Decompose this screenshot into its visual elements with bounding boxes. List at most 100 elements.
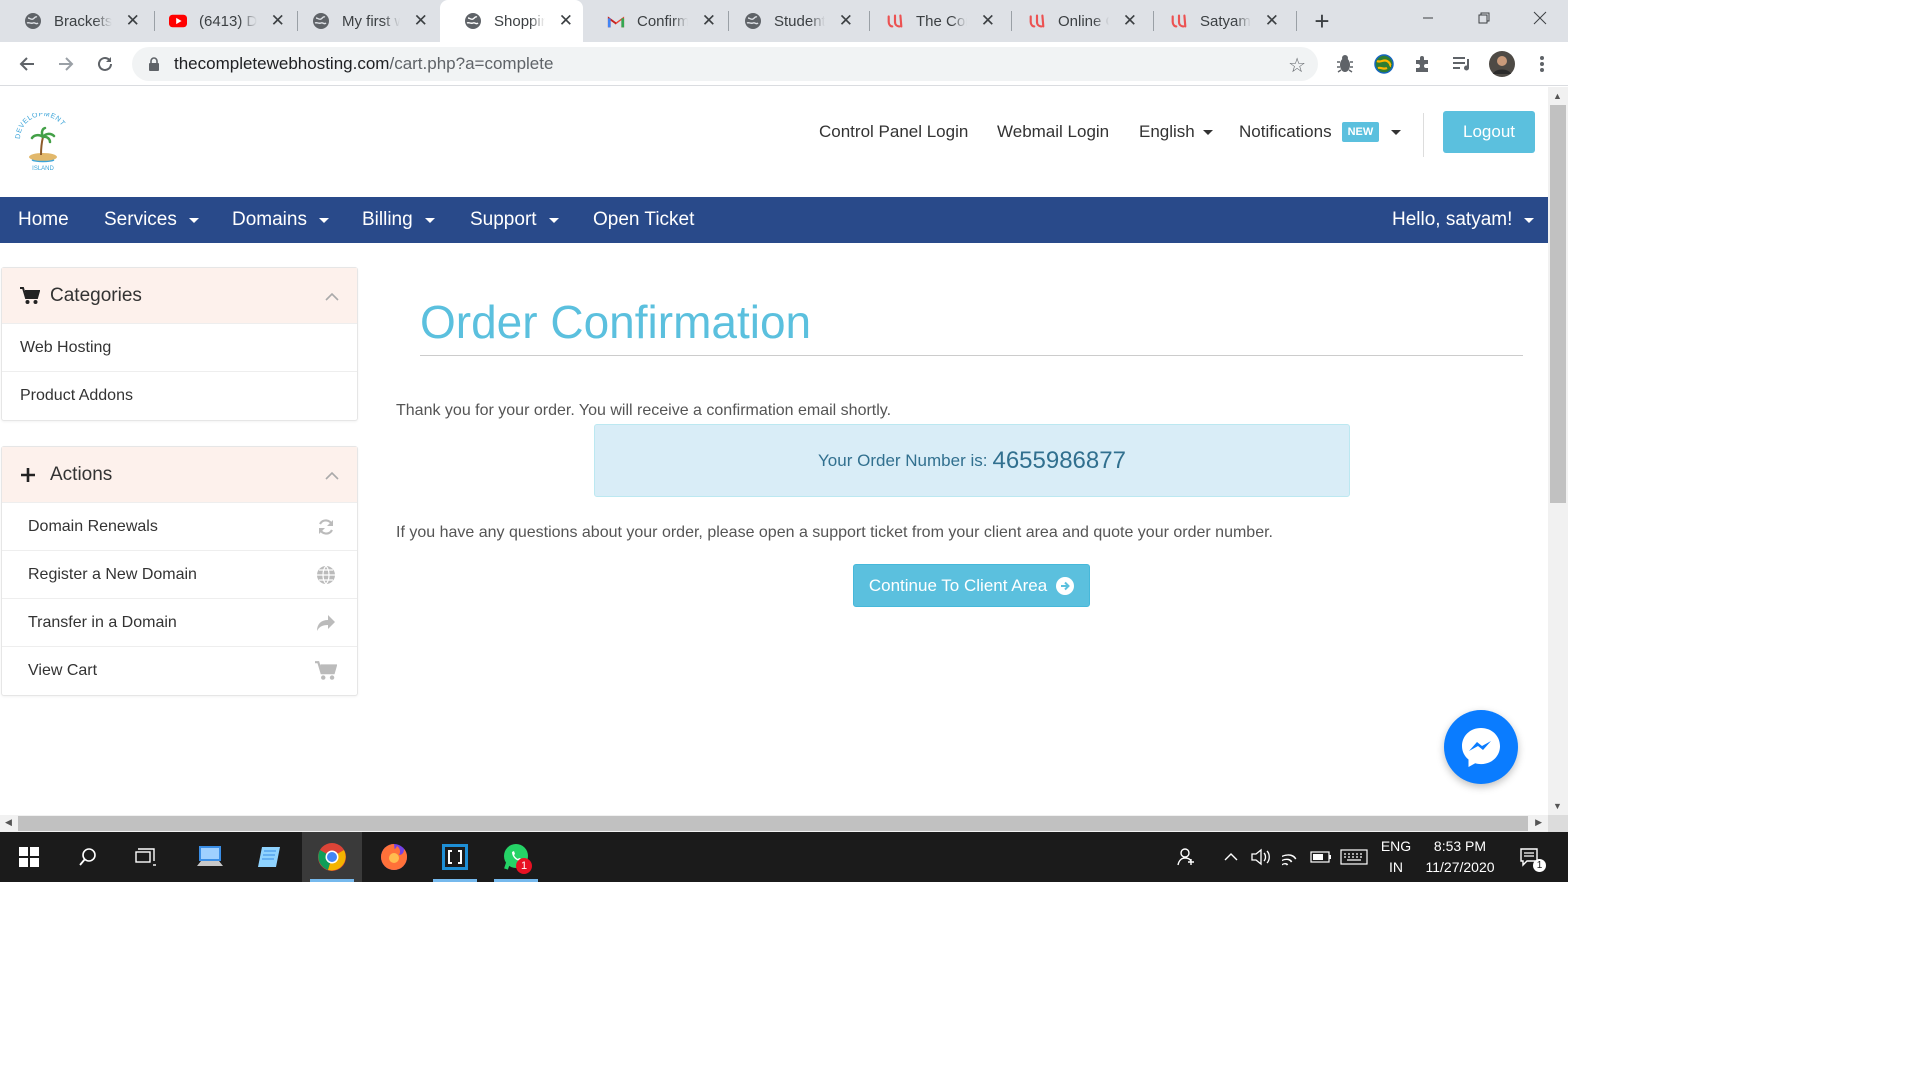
restore-button[interactable] [1456,0,1512,36]
sidebar-item-view-cart[interactable]: View Cart [2,647,357,695]
address-bar[interactable]: thecompletewebhosting.com/cart.php?a=com… [132,47,1318,81]
minimize-button[interactable] [1400,0,1456,36]
vertical-scrollbar[interactable]: ▲ ▼ [1548,87,1568,815]
browser-tab[interactable]: Satyam Tr ✕ [1146,0,1289,42]
this-pc-app[interactable] [180,832,240,882]
browser-tab[interactable]: Student C ✕ [720,0,863,42]
sidebar-item-product-addons[interactable]: Product Addons [2,372,357,420]
sidebar-item-register-domain[interactable]: Register a New Domain [2,551,357,599]
nav-open-ticket[interactable]: Open Ticket [593,197,694,243]
media-queue-icon[interactable] [1450,52,1474,76]
browser-tab[interactable]: The Comp ✕ [862,0,1005,42]
notifications-dropdown[interactable]: Notifications NEW [1239,117,1402,147]
nav-domains[interactable]: Domains [232,197,329,243]
new-tab-button[interactable]: + [1307,6,1337,36]
sidebar-item-domain-renewals[interactable]: Domain Renewals [2,503,357,551]
control-panel-login-link[interactable]: Control Panel Login [819,117,968,147]
nav-billing[interactable]: Billing [362,197,435,243]
tab-title: Satyam Tr [1200,12,1251,30]
continue-to-client-area-button[interactable]: Continue To Client Area [853,564,1090,607]
close-icon[interactable]: ✕ [1123,11,1137,30]
scrollbar-corner [1548,815,1568,832]
categories-panel-header[interactable]: Categories [2,268,357,324]
browser-tab-active[interactable]: Shopping ✕ [440,0,583,42]
bug-extension-icon[interactable] [1333,52,1357,76]
puzzle-extensions-icon[interactable] [1411,52,1435,76]
scroll-right-arrow-icon[interactable]: ▶ [1535,817,1542,828]
whatsapp-app[interactable]: 1 [486,832,546,882]
browser-tab[interactable]: Online Co ✕ [1004,0,1147,42]
chrome-app[interactable] [302,832,362,882]
close-window-button[interactable] [1512,0,1568,36]
close-icon[interactable]: ✕ [414,11,428,30]
caret-down-icon [1202,129,1213,135]
close-icon[interactable]: ✕ [702,11,716,30]
svg-text:ISLAND: ISLAND [32,166,54,172]
logout-button[interactable]: Logout [1443,111,1535,153]
language-dropdown[interactable]: English [1139,117,1213,147]
messenger-chat-button[interactable] [1444,710,1518,784]
reload-button[interactable] [90,49,120,79]
back-button[interactable] [12,49,42,79]
browser-tab[interactable]: (6413) Do ✕ [145,0,295,42]
new-badge: NEW [1341,122,1380,142]
forward-button[interactable] [51,49,81,79]
chevron-up-icon[interactable] [325,467,339,483]
browser-tab[interactable]: Confirm Y ✕ [583,0,726,42]
clock-date: 11/27/2020 [1425,859,1495,875]
user-greeting-dropdown[interactable]: Hello, satyam! [1392,197,1535,243]
close-icon[interactable]: ✕ [839,11,853,30]
scrollbar-thumb[interactable] [18,816,1528,831]
chevron-up-icon[interactable] [1218,832,1244,882]
close-icon[interactable]: ✕ [126,11,140,30]
site-logo[interactable]: DEVELOPMENT ISLAND [14,111,72,173]
scrollbar-thumb[interactable] [1550,105,1566,503]
browser-menu-icon[interactable] [1530,52,1554,76]
profile-avatar[interactable] [1488,50,1516,78]
horizontal-scrollbar[interactable]: ◀ ▶ [0,815,1548,832]
close-icon[interactable]: ✕ [559,11,573,30]
webmail-login-link[interactable]: Webmail Login [997,117,1109,147]
sidebar-item-web-hosting[interactable]: Web Hosting [2,324,357,372]
youtube-icon [169,12,187,30]
nav-services[interactable]: Services [104,197,199,243]
battery-icon[interactable] [1308,832,1334,882]
user-greeting: Hello, satyam! [1392,209,1513,230]
main-navigation: Home Services Domains Billing Support Op… [0,197,1548,243]
notes-app[interactable] [240,832,300,882]
browser-tab[interactable]: Brackets - ✕ [0,0,150,42]
keyboard-icon[interactable] [1338,832,1370,882]
thank-you-message: Thank you for your order. You will recei… [396,402,892,419]
sidebar-item-transfer-domain[interactable]: Transfer in a Domain [2,599,357,647]
search-button[interactable] [58,832,118,882]
extension-globe-icon[interactable] [1372,52,1396,76]
close-icon[interactable]: ✕ [1265,11,1279,30]
people-icon[interactable] [1172,832,1202,882]
clock[interactable]: 8:53 PM 11/27/2020 [1418,838,1502,875]
action-center-button[interactable]: 1 [1512,832,1546,882]
language-indicator[interactable]: ENG IN [1376,838,1416,875]
tab-title: My first w [342,12,400,30]
close-icon[interactable]: ✕ [981,11,995,30]
task-view-button[interactable] [116,832,176,882]
browser-tabstrip: Brackets - ✕ (6413) Do ✕ My first w ✕ Sh… [0,0,1568,42]
tab-title: Confirm Y [637,12,688,30]
firefox-app[interactable] [364,832,424,882]
volume-icon[interactable] [1248,832,1274,882]
close-icon[interactable]: ✕ [271,11,285,30]
browser-toolbar: thecompletewebhosting.com/cart.php?a=com… [0,42,1568,86]
nav-home[interactable]: Home [18,197,69,243]
scroll-left-arrow-icon[interactable]: ◀ [5,817,12,828]
brackets-app[interactable] [425,832,485,882]
browser-tab[interactable]: My first w ✕ [288,0,438,42]
chevron-up-icon[interactable] [325,288,339,304]
scroll-up-arrow-icon[interactable]: ▲ [1553,91,1562,101]
nav-support[interactable]: Support [470,197,559,243]
actions-panel-header[interactable]: Actions [2,447,357,503]
wifi-icon[interactable] [1280,832,1306,882]
start-button[interactable] [0,832,58,882]
udemy-icon [1170,12,1188,30]
bookmark-star-icon[interactable]: ☆ [1288,53,1306,78]
lock-icon[interactable] [148,57,160,71]
scroll-down-arrow-icon[interactable]: ▼ [1553,801,1562,811]
